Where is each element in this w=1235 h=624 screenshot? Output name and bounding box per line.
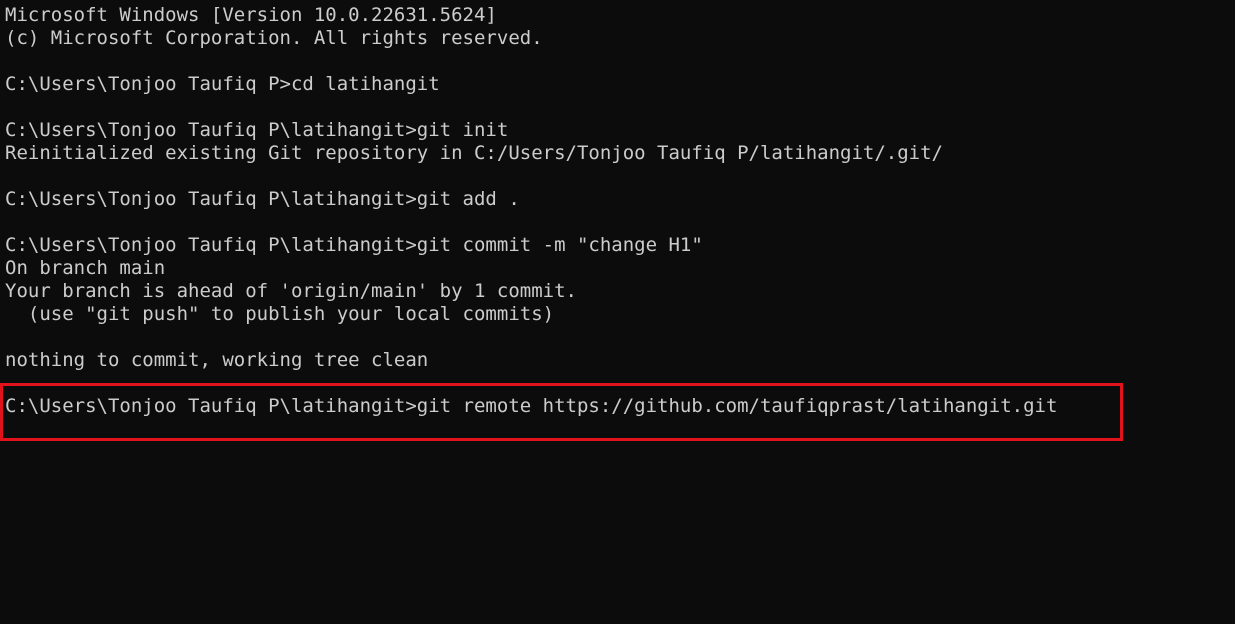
terminal-line-push-hint: (use "git push" to publish your local co… — [5, 303, 555, 325]
terminal-line-cd-command: C:\Users\Tonjoo Taufiq P>cd latihangit — [5, 73, 440, 95]
terminal-line-git-add-command: C:\Users\Tonjoo Taufiq P\latihangit>git … — [5, 188, 520, 210]
terminal-window[interactable]: Microsoft Windows [Version 10.0.22631.56… — [0, 0, 1235, 624]
terminal-line-ahead-status: Your branch is ahead of 'origin/main' by… — [5, 280, 577, 302]
terminal-line-clean-status: nothing to commit, working tree clean — [5, 349, 429, 371]
terminal-line-git-commit-command: C:\Users\Tonjoo Taufiq P\latihangit>git … — [5, 234, 703, 256]
terminal-line-branch-status: On branch main — [5, 257, 166, 279]
terminal-line-git-remote-command[interactable]: C:\Users\Tonjoo Taufiq P\latihangit>git … — [5, 395, 1235, 418]
terminal-line-copyright: (c) Microsoft Corporation. All rights re… — [5, 27, 543, 49]
terminal-line-git-init-command: C:\Users\Tonjoo Taufiq P\latihangit>git … — [5, 119, 509, 141]
terminal-line-version: Microsoft Windows [Version 10.0.22631.56… — [5, 4, 497, 26]
terminal-line-git-init-output: Reinitialized existing Git repository in… — [5, 142, 943, 164]
